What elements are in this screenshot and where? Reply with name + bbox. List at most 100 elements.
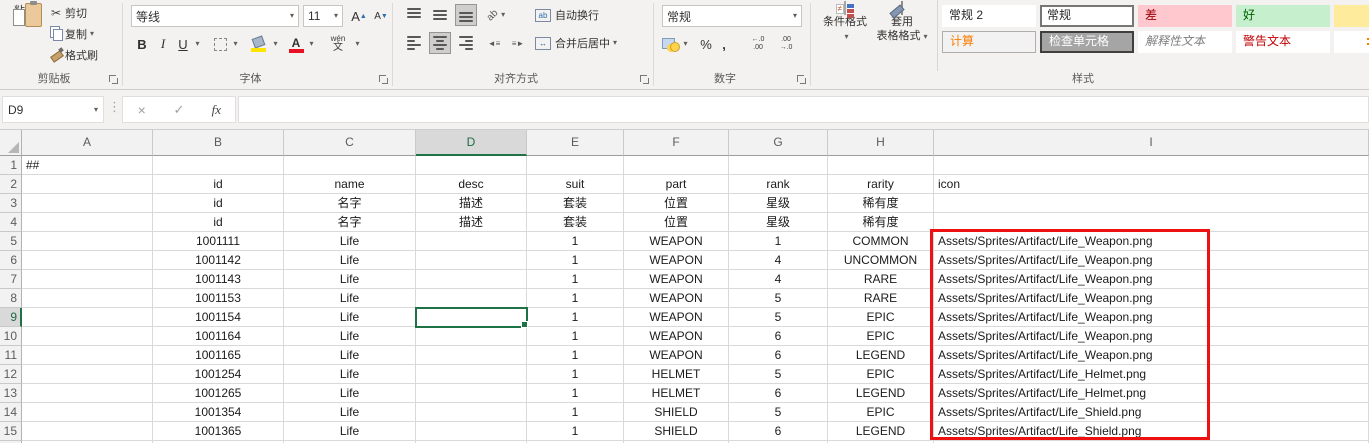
cell-A2[interactable] bbox=[22, 175, 153, 194]
increase-font-button[interactable]: A▲ bbox=[349, 5, 369, 27]
select-all-corner[interactable] bbox=[0, 130, 22, 156]
cell-E5[interactable]: 1 bbox=[527, 232, 624, 251]
cell-I5[interactable]: Assets/Sprites/Artifact/Life_Weapon.png bbox=[934, 232, 1369, 251]
cell-C8[interactable]: Life bbox=[284, 289, 416, 308]
underline-caret-icon[interactable] bbox=[191, 33, 201, 55]
cell-E14[interactable]: 1 bbox=[527, 403, 624, 422]
cell-C14[interactable]: Life bbox=[284, 403, 416, 422]
cell-C6[interactable]: Life bbox=[284, 251, 416, 270]
cell-style-linked-partial[interactable] bbox=[1334, 31, 1369, 53]
cancel-icon[interactable]: × bbox=[123, 102, 160, 118]
cell-F1[interactable] bbox=[624, 156, 729, 175]
cut-button[interactable]: ✂ 剪切 bbox=[47, 2, 119, 23]
align-bottom-button[interactable] bbox=[455, 4, 477, 26]
font-size-combo[interactable]: 11 bbox=[303, 5, 343, 27]
font-name-combo[interactable]: 等线 bbox=[131, 5, 299, 27]
cell-B10[interactable]: 1001164 bbox=[153, 327, 284, 346]
cell-D9[interactable] bbox=[416, 308, 527, 327]
cell-C2[interactable]: name bbox=[284, 175, 416, 194]
cell-H7[interactable]: RARE bbox=[828, 270, 934, 289]
cell-F14[interactable]: SHIELD bbox=[624, 403, 729, 422]
row-header-7[interactable]: 7 bbox=[0, 270, 22, 289]
cell-I8[interactable]: Assets/Sprites/Artifact/Life_Weapon.png bbox=[934, 289, 1369, 308]
font-color-caret-icon[interactable] bbox=[305, 33, 315, 55]
cell-G13[interactable]: 6 bbox=[729, 384, 828, 403]
cell-style-解释性文本[interactable]: 解释性文本 bbox=[1138, 31, 1232, 53]
cell-H13[interactable]: LEGEND bbox=[828, 384, 934, 403]
cell-A1[interactable]: ## bbox=[22, 156, 153, 175]
cell-B2[interactable]: id bbox=[153, 175, 284, 194]
formula-bar-grip[interactable]: ⋮ bbox=[108, 99, 120, 115]
cell-D11[interactable] bbox=[416, 346, 527, 365]
cell-F3[interactable]: 位置 bbox=[624, 194, 729, 213]
column-header-H[interactable]: H bbox=[828, 130, 934, 156]
decrease-indent-button[interactable]: ◄≡ bbox=[483, 32, 505, 54]
cell-I13[interactable]: Assets/Sprites/Artifact/Life_Helmet.png bbox=[934, 384, 1369, 403]
row-header-10[interactable]: 10 bbox=[0, 327, 22, 346]
row-header-11[interactable]: 11 bbox=[0, 346, 22, 365]
cell-D2[interactable]: desc bbox=[416, 175, 527, 194]
cell-H4[interactable]: 稀有度 bbox=[828, 213, 934, 232]
row-header-2[interactable]: 2 bbox=[0, 175, 22, 194]
cell-A13[interactable] bbox=[22, 384, 153, 403]
cell-E2[interactable]: suit bbox=[527, 175, 624, 194]
align-right-button[interactable] bbox=[455, 32, 477, 54]
cell-A7[interactable] bbox=[22, 270, 153, 289]
cell-G9[interactable]: 5 bbox=[729, 308, 828, 327]
row-header-14[interactable]: 14 bbox=[0, 403, 22, 422]
cell-E4[interactable]: 套装 bbox=[527, 213, 624, 232]
cell-E9[interactable]: 1 bbox=[527, 308, 624, 327]
cell-H15[interactable]: LEGEND bbox=[828, 422, 934, 441]
decrease-decimal-button[interactable]: .00→.0 bbox=[774, 33, 798, 55]
italic-button[interactable]: I bbox=[155, 33, 171, 55]
copy-button[interactable]: 复制 bbox=[47, 23, 119, 44]
orientation-button[interactable]: ab bbox=[487, 4, 505, 26]
cell-A3[interactable] bbox=[22, 194, 153, 213]
cell-G1[interactable] bbox=[729, 156, 828, 175]
cell-E10[interactable]: 1 bbox=[527, 327, 624, 346]
comma-style-button[interactable]: , bbox=[718, 33, 730, 55]
cell-E12[interactable]: 1 bbox=[527, 365, 624, 384]
cell-H3[interactable]: 稀有度 bbox=[828, 194, 934, 213]
merge-center-button[interactable]: ↔ 合并后居中 bbox=[535, 32, 617, 54]
cell-I10[interactable]: Assets/Sprites/Artifact/Life_Weapon.png bbox=[934, 327, 1369, 346]
wrap-text-button[interactable]: ab 自动换行 bbox=[535, 4, 599, 26]
font-color-button[interactable]: A bbox=[287, 33, 305, 55]
row-header-1[interactable]: 1 bbox=[0, 156, 22, 175]
cell-A14[interactable] bbox=[22, 403, 153, 422]
cell-C7[interactable]: Life bbox=[284, 270, 416, 289]
paste-button[interactable]: 粘贴 bbox=[4, 2, 46, 66]
cell-F8[interactable]: WEAPON bbox=[624, 289, 729, 308]
cell-D7[interactable] bbox=[416, 270, 527, 289]
row-header-8[interactable]: 8 bbox=[0, 289, 22, 308]
cell-G10[interactable]: 6 bbox=[729, 327, 828, 346]
cell-style-常规[interactable]: 常规 bbox=[1040, 5, 1134, 27]
cell-C1[interactable] bbox=[284, 156, 416, 175]
align-middle-button[interactable] bbox=[429, 4, 451, 26]
row-header-15[interactable]: 15 bbox=[0, 422, 22, 441]
decrease-font-button[interactable]: A▼ bbox=[371, 5, 391, 27]
cell-A11[interactable] bbox=[22, 346, 153, 365]
cell-E8[interactable]: 1 bbox=[527, 289, 624, 308]
cell-E1[interactable] bbox=[527, 156, 624, 175]
cell-C3[interactable]: 名字 bbox=[284, 194, 416, 213]
cell-F13[interactable]: HELMET bbox=[624, 384, 729, 403]
cell-C11[interactable]: Life bbox=[284, 346, 416, 365]
format-painter-button[interactable]: 格式刷 bbox=[47, 44, 119, 65]
conditional-formatting-button[interactable]: 条件格式 bbox=[819, 2, 871, 43]
cell-E6[interactable]: 1 bbox=[527, 251, 624, 270]
cell-I9[interactable]: Assets/Sprites/Artifact/Life_Weapon.png bbox=[934, 308, 1369, 327]
cell-H8[interactable]: RARE bbox=[828, 289, 934, 308]
cell-G4[interactable]: 星级 bbox=[729, 213, 828, 232]
cell-I12[interactable]: Assets/Sprites/Artifact/Life_Helmet.png bbox=[934, 365, 1369, 384]
cell-style-差[interactable]: 差 bbox=[1138, 5, 1232, 27]
row-header-3[interactable]: 3 bbox=[0, 194, 22, 213]
cell-D13[interactable] bbox=[416, 384, 527, 403]
percent-style-button[interactable]: % bbox=[698, 33, 714, 55]
cell-I2[interactable]: icon bbox=[934, 175, 1369, 194]
cell-H10[interactable]: EPIC bbox=[828, 327, 934, 346]
cell-D1[interactable] bbox=[416, 156, 527, 175]
cell-I14[interactable]: Assets/Sprites/Artifact/Life_Shield.png bbox=[934, 403, 1369, 422]
cell-I4[interactable] bbox=[934, 213, 1369, 232]
cell-C13[interactable]: Life bbox=[284, 384, 416, 403]
